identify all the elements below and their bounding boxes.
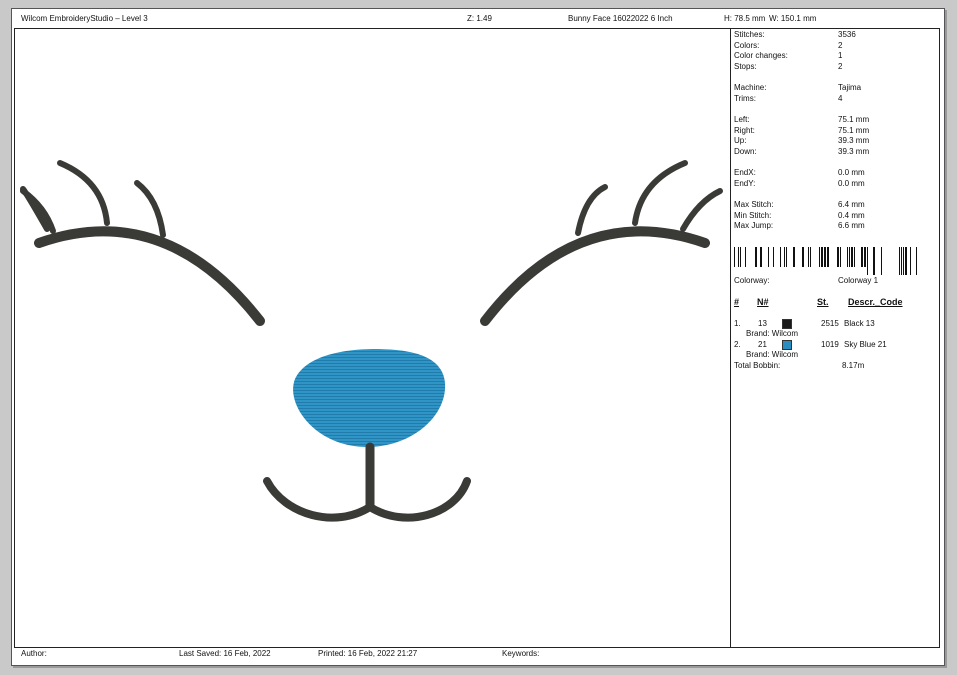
header-bar: Wilcom EmbroideryStudio – Level 3 Z: 1.4… — [12, 9, 944, 28]
stat-up: Up: 39.3 mm — [734, 136, 870, 145]
stat-max-stitch: Max Stitch: 6.4 mm — [734, 200, 865, 209]
right-lash-2 — [632, 160, 688, 226]
print-preview-sheet: Wilcom EmbroideryStudio – Level 3 Z: 1.4… — [11, 8, 945, 666]
left-eyelid — [34, 226, 265, 326]
left-lash-2 — [57, 160, 110, 226]
total-bobbin-label: Total Bobbin: — [734, 361, 781, 370]
mouth-right — [366, 477, 471, 522]
design-preview — [15, 29, 731, 647]
design-height: H: 78.5 mm — [724, 14, 766, 23]
bunny-face-design — [20, 160, 723, 522]
stat-machine: Machine: Tajima — [734, 83, 862, 92]
bunny-mouth — [263, 442, 471, 522]
design-name: Bunny Face 16022022 6 Inch — [568, 14, 673, 23]
stat-left: Left: 75.1 mm — [734, 115, 870, 124]
stat-down: Down: 39.3 mm — [734, 147, 870, 156]
stat-min-stitch: Min Stitch: 0.4 mm — [734, 211, 865, 220]
right-eye-lashes — [480, 160, 723, 326]
right-lash-3 — [680, 188, 723, 232]
footer-printed: Printed: 16 Feb, 2022 21:27 — [318, 649, 418, 658]
stat-max-jump: Max Jump: 6.6 mm — [734, 221, 865, 230]
app-title: Wilcom EmbroideryStudio – Level 3 — [21, 14, 148, 23]
stat-stops: Stops: 2 — [734, 62, 843, 71]
col-header-index: # — [734, 297, 740, 307]
footer-bar: Author: Last Saved: 16 Feb, 2022 Printed… — [12, 647, 944, 665]
stat-endx: EndX: 0.0 mm — [734, 168, 865, 177]
col-header-number: N# — [757, 297, 769, 307]
left-lash-3 — [134, 180, 166, 238]
col-header-description: Descr._Code — [848, 297, 903, 307]
content-frame: Stitches: 3536 Colors: 2 Color changes: 1 S… — [14, 28, 940, 648]
col-header-stitches: St. — [817, 297, 829, 307]
stat-colors: Colors: 2 — [734, 41, 843, 50]
stat-stitches: Stitches: 3536 — [734, 30, 856, 39]
left-eye-lashes — [20, 160, 265, 326]
stat-color-changes: Color changes: 1 — [734, 51, 843, 60]
color-swatch-sky-blue — [782, 340, 792, 350]
color-swatch-black — [782, 319, 792, 329]
stat-endy: EndY: 0.0 mm — [734, 179, 865, 188]
design-width: W: 150.1 mm — [769, 14, 817, 23]
zoom-level: Z: 1.49 — [467, 14, 492, 23]
footer-last-saved: Last Saved: 16 Feb, 2022 — [179, 649, 271, 658]
stat-right: Right: 75.1 mm — [734, 126, 870, 135]
bunny-nose — [293, 349, 446, 447]
total-bobbin-value: 8.17m — [842, 361, 865, 370]
colorway-row: Colorway: Colorway 1 — [734, 276, 879, 285]
barcode-graphic — [734, 247, 917, 275]
design-info-panel: Stitches: 3536 Colors: 2 Color changes: 1 S… — [731, 29, 939, 647]
footer-author: Author: — [21, 649, 47, 658]
right-eyelid — [480, 226, 710, 326]
footer-keywords: Keywords: — [502, 649, 540, 658]
right-lash-1 — [575, 184, 608, 236]
stat-trims: Trims: 4 — [734, 94, 843, 103]
mouth-left — [263, 477, 374, 522]
